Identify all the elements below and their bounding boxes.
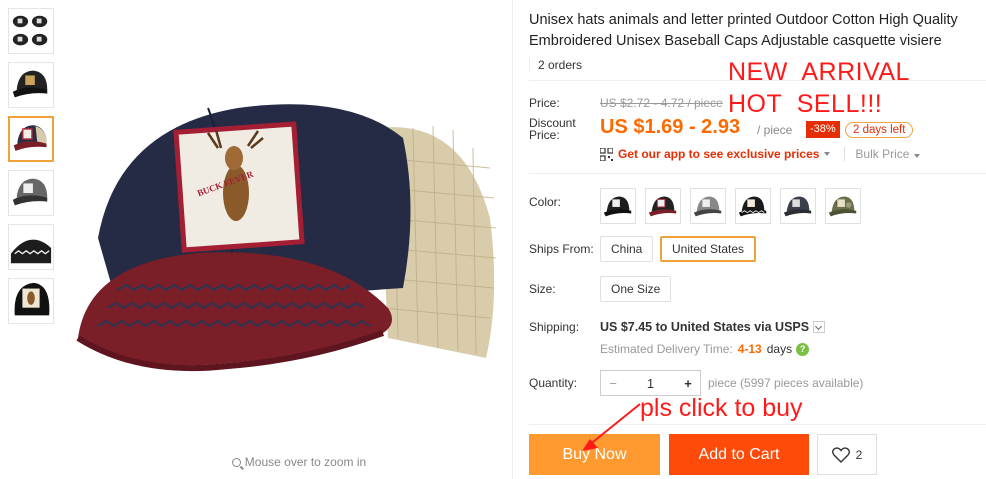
- column-divider: [512, 0, 513, 479]
- app-price-row: Get our app to see exclusive prices Bulk…: [600, 147, 921, 161]
- current-price: US $1.69 - 2.93: [600, 116, 741, 138]
- thumbnail-3[interactable]: [8, 116, 54, 162]
- wishlist-count: 2: [855, 447, 863, 462]
- days-left-badge: 2 days left: [845, 122, 914, 138]
- promo-hot-sell: HOT SELL!!!: [728, 90, 883, 118]
- color-swatch-dark-grey[interactable]: [780, 188, 816, 224]
- product-title: Unisex hats animals and letter printed O…: [529, 12, 958, 49]
- price-label: Price:: [529, 96, 560, 110]
- thumbnail-5[interactable]: [8, 224, 54, 270]
- discount-badge: -38%: [806, 121, 840, 138]
- add-to-cart-button[interactable]: Add to Cart: [669, 434, 809, 475]
- promo-click-to-buy: pls click to buy: [640, 394, 803, 422]
- zoom-hint: Mouse over to zoom in: [58, 455, 540, 469]
- wishlist-button[interactable]: 2: [817, 434, 877, 475]
- quantity-stepper: − 1 +: [600, 370, 701, 396]
- shipping-label: Shipping:: [529, 320, 580, 334]
- increase-quantity-button[interactable]: +: [676, 376, 700, 391]
- ships-from-united-states[interactable]: United States: [660, 236, 757, 262]
- available-stock: piece (5997 pieces available): [708, 376, 864, 390]
- thumbnail-list: [8, 8, 54, 332]
- magnifier-icon: [231, 458, 241, 467]
- price-unit: / piece: [757, 123, 793, 137]
- color-swatch-black-pattern[interactable]: [735, 188, 771, 224]
- app-exclusive-price-link[interactable]: Get our app to see exclusive prices: [618, 147, 819, 161]
- size-one-size[interactable]: One Size: [600, 276, 672, 302]
- product-main-image[interactable]: BUCK FEVER: [58, 8, 510, 448]
- heart-icon: [831, 446, 850, 463]
- qr-code-icon: [600, 147, 613, 161]
- buy-now-button[interactable]: Buy Now: [529, 434, 660, 475]
- quantity-input[interactable]: 1: [625, 376, 676, 391]
- color-swatch-grey[interactable]: [690, 188, 726, 224]
- ships-from-china[interactable]: China: [600, 236, 654, 262]
- thumbnail-2[interactable]: [8, 62, 54, 108]
- decrease-quantity-button[interactable]: −: [601, 376, 625, 391]
- divider: [529, 173, 986, 174]
- shipping-method[interactable]: US $7.45 to United States via USPS: [600, 320, 826, 334]
- help-icon[interactable]: ?: [796, 342, 810, 356]
- divider: [529, 424, 986, 425]
- discount-price-label: Discount Price:: [529, 116, 576, 142]
- color-label: Color:: [529, 195, 562, 209]
- color-swatch-camo[interactable]: [825, 188, 861, 224]
- chevron-down-icon: [914, 154, 921, 158]
- thumbnail-4[interactable]: [8, 170, 54, 216]
- thumbnail-6[interactable]: [8, 278, 54, 324]
- color-swatch-black-red[interactable]: [645, 188, 681, 224]
- color-swatch-black-white[interactable]: [600, 188, 636, 224]
- quantity-label: Quantity:: [529, 376, 578, 390]
- estimated-delivery: Estimated Delivery Time: 4-13 days ?: [600, 342, 810, 356]
- color-swatches: [600, 188, 861, 224]
- thumbnail-1[interactable]: [8, 8, 54, 54]
- bulk-price-dropdown[interactable]: Bulk Price: [844, 147, 921, 161]
- ships-from-label: Ships From:: [529, 242, 594, 256]
- original-price: US $2.72 - 4.72 / piece: [600, 96, 723, 110]
- promo-new-arrival: NEW ARRIVAL: [728, 58, 910, 86]
- chevron-down-icon[interactable]: [813, 321, 826, 333]
- size-label: Size:: [529, 282, 556, 296]
- chevron-down-icon[interactable]: [824, 152, 831, 156]
